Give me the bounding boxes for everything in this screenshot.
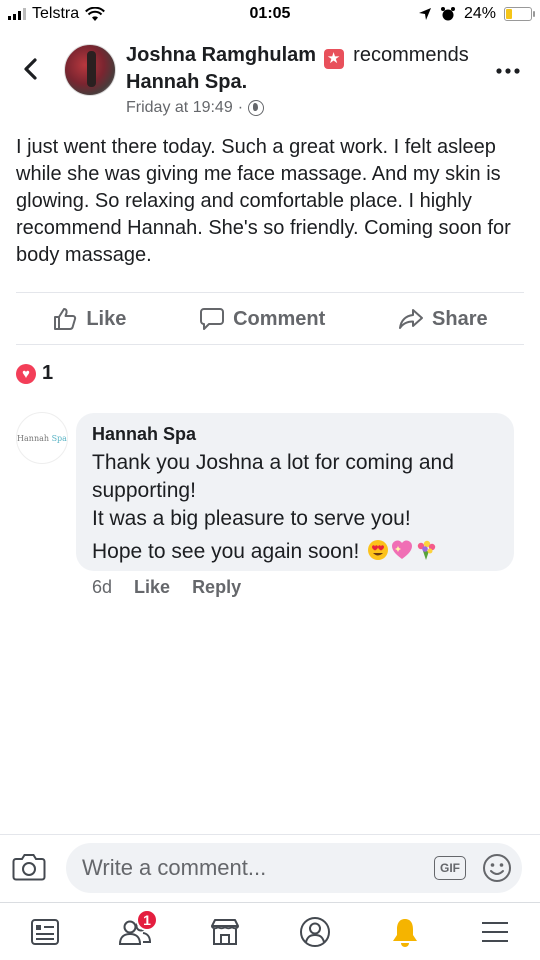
divider (16, 292, 524, 293)
post-author-line: Joshna Ramghulam ★ recommends Hannah Spa… (126, 42, 496, 119)
profile-icon (300, 916, 330, 947)
smiley-icon (483, 854, 511, 882)
comment-line: It was a big pleasure to serve you! (92, 507, 411, 530)
nav-news-feed[interactable] (20, 907, 70, 957)
share-label: Share (432, 307, 488, 330)
comment-line: supporting! (92, 479, 196, 502)
emoji-button[interactable] (482, 853, 512, 883)
marketplace-icon (211, 918, 239, 945)
page-name-link[interactable]: Hannah Spa. (126, 71, 247, 93)
divider (16, 344, 524, 345)
chevron-left-icon (24, 58, 37, 80)
comment-author[interactable]: Hannah Spa (92, 423, 498, 445)
recommends-text: recommends (353, 44, 469, 66)
share-button[interactable]: Share (398, 306, 488, 332)
battery-icon (504, 7, 535, 21)
heart-eyes-emoji-icon (368, 540, 389, 560)
share-arrow-icon (399, 309, 424, 329)
comment-like-button[interactable]: Like (134, 576, 170, 598)
sparkling-heart-emoji-icon (392, 540, 413, 559)
comment-text: Thank you Joshna a lot for coming and su… (92, 449, 498, 566)
news-feed-icon (31, 918, 59, 945)
alarm-icon (440, 7, 455, 21)
comment-reply-button[interactable]: Reply (192, 576, 241, 598)
page-avatar[interactable]: Hannah Spa (16, 412, 68, 464)
post-timestamp[interactable]: Friday at 19:49 (126, 97, 233, 119)
bouquet-emoji-icon (418, 540, 436, 560)
reaction-summary[interactable]: ♥ 1 (16, 362, 53, 385)
post-header: Joshna Ramghulam ★ recommends Hannah Spa… (0, 40, 540, 120)
nav-marketplace[interactable] (200, 907, 250, 957)
post-meta: Friday at 19:49 · (126, 97, 496, 119)
like-button[interactable]: Like (52, 306, 126, 332)
comment-age: 6d (92, 577, 113, 597)
nav-profile[interactable] (290, 907, 340, 957)
nav-notifications[interactable] (380, 907, 430, 957)
post-actions: Like Comment Share (16, 294, 524, 344)
camera-button[interactable] (12, 852, 46, 882)
post-text: I just went there today. Such a great wo… (16, 136, 511, 266)
comment-bubble[interactable]: Hannah Spa Thank you Joshna a lot for co… (76, 413, 514, 571)
comment-meta: 6d Like Reply (92, 576, 241, 598)
comment-button[interactable]: Comment (199, 306, 325, 332)
author-avatar[interactable] (64, 44, 116, 96)
location-icon (418, 8, 431, 20)
comment-line: Thank you Joshna a lot for coming and (92, 451, 454, 474)
comment-line: Hope to see you again soon! (92, 540, 360, 563)
author-name-link[interactable]: Joshna Ramghulam (126, 44, 316, 66)
thumbs-up-icon (54, 308, 77, 330)
reaction-count: 1 (42, 362, 54, 384)
bottom-nav: 1 (0, 903, 540, 960)
avatar-logo-text: Hannah (17, 433, 50, 443)
bell-icon (393, 918, 417, 947)
globe-icon (248, 100, 265, 116)
like-label: Like (86, 307, 127, 330)
gif-button[interactable]: GIF (434, 856, 466, 880)
hamburger-menu-icon (482, 921, 508, 942)
comment-bubble-icon (200, 308, 225, 330)
nav-friend-requests[interactable]: 1 (110, 907, 160, 957)
camera-icon (12, 854, 46, 881)
nav-menu[interactable] (470, 907, 520, 957)
notification-badge: 1 (136, 908, 158, 931)
divider (0, 834, 540, 835)
meta-separator: · (237, 99, 244, 116)
comment-line-with-emoji: Hope to see you again soon! (92, 538, 498, 566)
recommendation-star-icon: ★ (323, 49, 344, 69)
status-bar: Telstra 01:05 24% (0, 0, 540, 28)
more-options-button[interactable] (496, 62, 520, 74)
avatar-logo-text-accent: Spa (51, 433, 67, 443)
comment-label: Comment (233, 307, 326, 330)
battery-percent: 24% (463, 5, 496, 22)
more-dots-icon (496, 68, 520, 74)
back-button[interactable] (20, 54, 44, 84)
love-reaction-icon: ♥ (16, 363, 36, 384)
